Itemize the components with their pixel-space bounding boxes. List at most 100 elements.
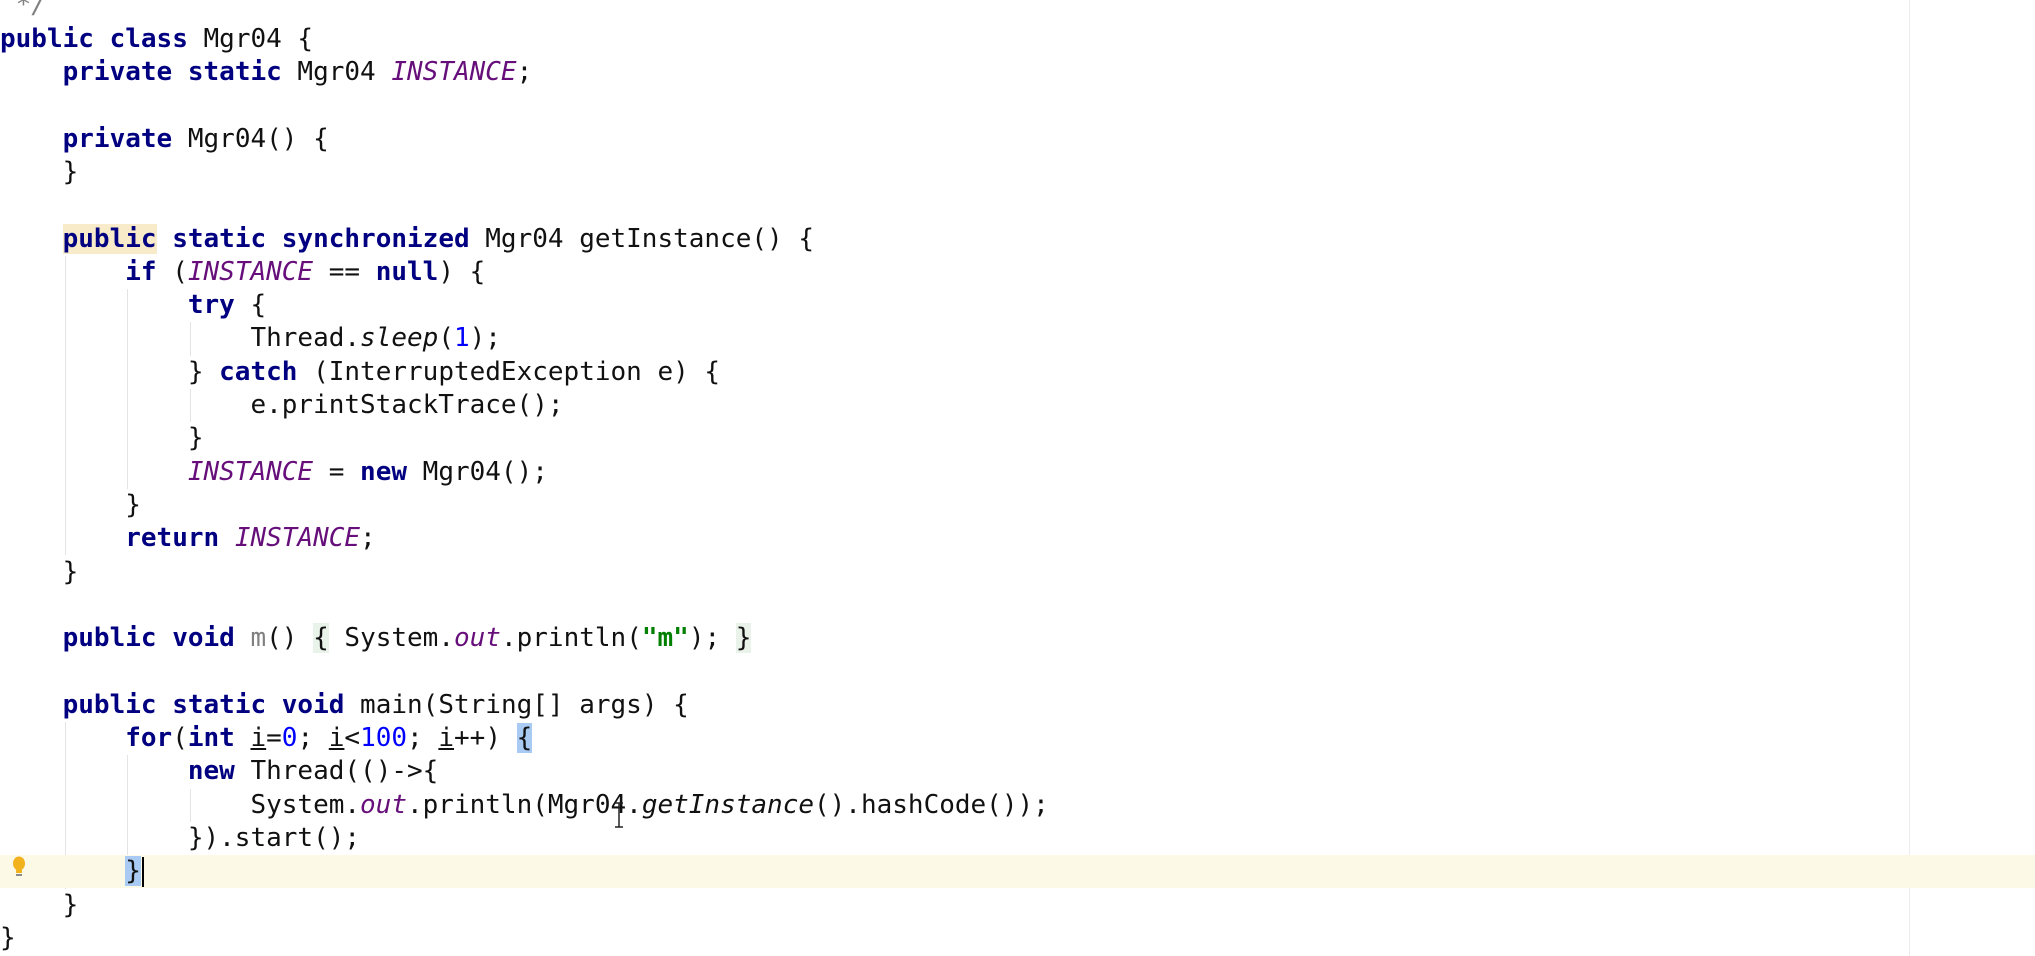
- token-str: "m": [641, 623, 689, 654]
- token-text: Mgr04 {: [187, 23, 314, 54]
- token-text: }: [0, 889, 79, 920]
- token-match: }: [125, 856, 141, 887]
- token-field: out: [360, 789, 407, 820]
- code-line[interactable]: System.out.println(Mgr04.getInstance().h…: [0, 789, 2035, 822]
- token-text: }: [0, 156, 79, 187]
- token-text: Mgr04 getInstance() {: [469, 223, 814, 254]
- token-text: e.printStackTrace();: [0, 390, 564, 420]
- code-line[interactable]: INSTANCE = new Mgr04();: [0, 456, 2035, 489]
- code-line[interactable]: }: [0, 422, 2035, 455]
- token-text: ++): [454, 723, 517, 753]
- token-text: (: [172, 723, 188, 753]
- token-text: Mgr04();: [407, 456, 548, 487]
- code-line[interactable]: e.printStackTrace();: [0, 389, 2035, 422]
- token-comment: */: [0, 0, 47, 21]
- code-line[interactable]: }: [0, 922, 2035, 955]
- token-text: (InterruptedException e) {: [297, 356, 721, 387]
- token-text: .println(: [500, 623, 642, 654]
- code-line[interactable]: for(int i=0; i<100; i++) {: [0, 722, 2035, 755]
- token-text: }).start();: [0, 822, 361, 853]
- token-under: i: [250, 723, 267, 753]
- token-kw: synchronized: [281, 223, 470, 254]
- code-line[interactable]: if (INSTANCE == null) {: [0, 256, 2035, 289]
- token-under: i: [438, 723, 455, 753]
- code-line[interactable]: */: [0, 0, 2035, 23]
- token-text: <: [344, 723, 361, 753]
- code-line[interactable]: } catch (InterruptedException e) {: [0, 356, 2035, 389]
- code-line[interactable]: }: [0, 556, 2035, 589]
- code-line[interactable]: }: [0, 156, 2035, 189]
- token-text: .println(Mgr04.: [407, 789, 642, 820]
- code-line[interactable]: [0, 189, 2035, 222]
- code-line[interactable]: return INSTANCE;: [0, 522, 2035, 555]
- code-line[interactable]: }: [0, 889, 2035, 922]
- token-text: ;: [407, 723, 439, 753]
- token-text: ;: [360, 523, 376, 554]
- token-text: Thread.: [0, 323, 361, 354]
- code-line[interactable]: public void m() { System.out.println("m"…: [0, 622, 2035, 655]
- token-text: (): [266, 623, 314, 654]
- token-kw: private: [62, 57, 173, 87]
- code-line[interactable]: private static Mgr04 INSTANCE;: [0, 56, 2035, 89]
- token-text: }: [0, 423, 204, 454]
- token-kw: if: [125, 256, 157, 287]
- token-text: ) {: [438, 256, 486, 287]
- token-text: }: [0, 556, 79, 587]
- token-match: {: [516, 723, 533, 753]
- code-line[interactable]: [0, 655, 2035, 688]
- token-text: (: [156, 256, 188, 287]
- token-kw: class: [109, 23, 188, 54]
- code-line[interactable]: }).start();: [0, 822, 2035, 855]
- token-kw: public: [62, 223, 157, 254]
- token-fold: {: [313, 623, 329, 654]
- token-kw: return: [125, 523, 220, 554]
- code-line[interactable]: public static synchronized Mgr04 getInst…: [0, 223, 2035, 256]
- token-kw: static: [172, 223, 267, 254]
- code-line[interactable]: public class Mgr04 {: [0, 23, 2035, 56]
- token-kw: public: [62, 689, 157, 720]
- token-unused: m: [250, 623, 267, 654]
- token-text: );: [688, 623, 736, 654]
- token-field: INSTANCE: [234, 523, 361, 554]
- code-line[interactable]: public static void main(String[] args) {: [0, 689, 2035, 722]
- code-line[interactable]: [0, 589, 2035, 622]
- token-text: ==: [313, 256, 376, 287]
- code-line-current[interactable]: }: [0, 855, 2035, 889]
- code-line[interactable]: [0, 89, 2035, 122]
- code-editor[interactable]: */public class Mgr04 { private static Mg…: [0, 0, 2035, 956]
- token-text: ;: [516, 57, 533, 87]
- token-kw: private: [62, 123, 173, 154]
- token-smeth: getInstance: [641, 789, 814, 820]
- token-text: =: [266, 723, 282, 753]
- text-cursor-icon: [615, 802, 623, 828]
- token-kw: static: [187, 57, 282, 87]
- code-line[interactable]: private Mgr04() {: [0, 123, 2035, 156]
- code-line[interactable]: Thread.sleep(1);: [0, 322, 2035, 355]
- token-kw: null: [375, 256, 439, 287]
- code-line[interactable]: }: [0, 489, 2035, 522]
- lightbulb-icon[interactable]: [11, 856, 27, 878]
- code-line[interactable]: try {: [0, 289, 2035, 322]
- token-text: }: [0, 922, 16, 953]
- code-line[interactable]: new Thread(()->{: [0, 755, 2035, 788]
- token-text: ().hashCode());: [814, 789, 1049, 820]
- token-kw: new: [360, 456, 408, 487]
